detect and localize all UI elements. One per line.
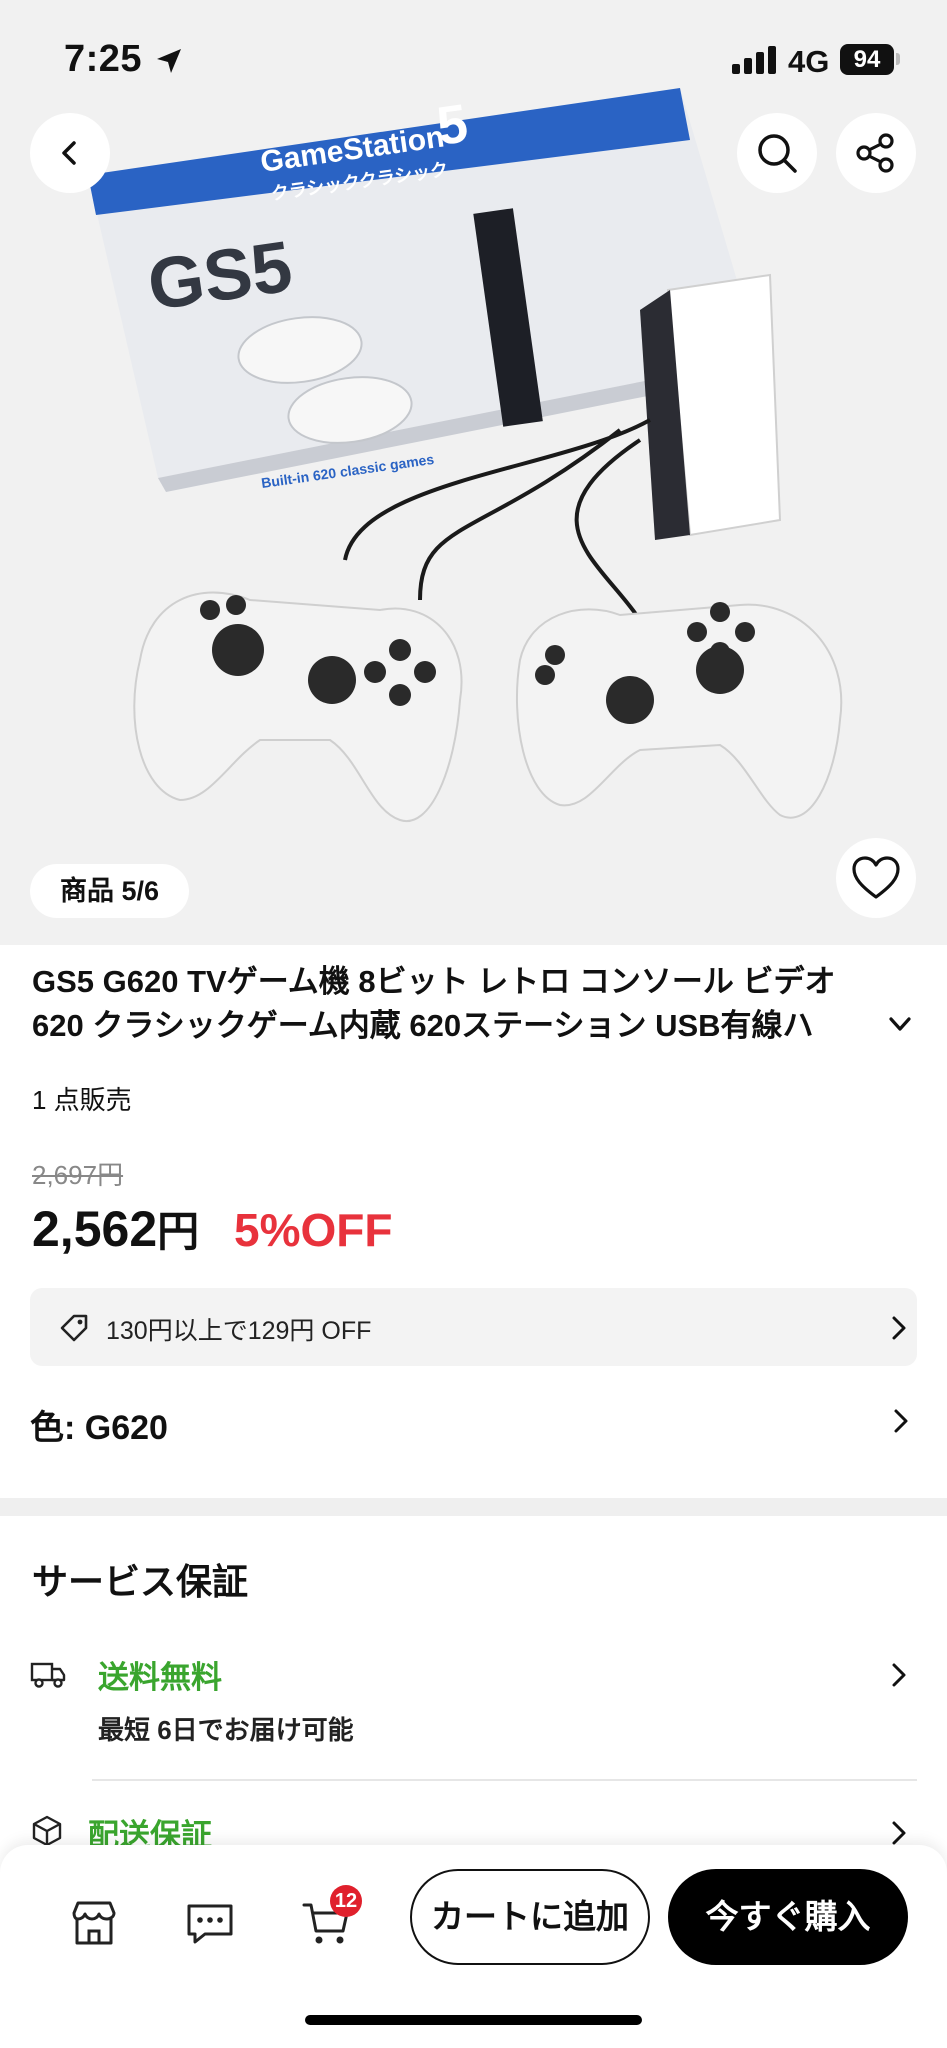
section-divider — [0, 1498, 947, 1516]
product-image-gallery[interactable]: GameStation 5 クラシッククラシック GS5 Built-in 62… — [0, 0, 947, 945]
battery-cap — [896, 53, 900, 65]
home-indicator — [305, 2015, 642, 2025]
bottom-action-bar: 12 カートに追加 今すぐ購入 — [0, 1845, 947, 2048]
buy-now-button[interactable]: 今すぐ購入 — [668, 1869, 908, 1965]
product-title-line1: GS5 G620 TVゲーム機 8ビット レトロ コンソール ビデオ — [32, 964, 836, 999]
chevron-right-icon — [892, 1663, 906, 1687]
share-icon — [856, 133, 894, 173]
product-title-line2: 620 クラシックゲーム内蔵 620ステーション USB有線ハ — [32, 1008, 814, 1043]
coupon-text: 130円以上で129円 OFF — [106, 1317, 372, 1345]
chevron-right-icon — [892, 1316, 906, 1340]
status-bar: 7:25 4G 94 — [0, 0, 947, 120]
discount-badge: 5%OFF — [234, 1204, 393, 1256]
search-button[interactable] — [737, 113, 817, 193]
battery-level: 94 — [840, 44, 894, 75]
search-icon — [758, 134, 797, 173]
original-price: 2,697円 — [32, 1160, 124, 1190]
chevron-right-icon — [892, 1821, 906, 1845]
location-arrow-icon — [157, 49, 181, 73]
free-shipping-label: 送料無料 — [98, 1660, 222, 1695]
current-price: 2,562円 — [32, 1198, 199, 1259]
truck-icon — [30, 1662, 66, 1688]
heart-icon — [852, 856, 900, 899]
row-divider — [92, 1779, 917, 1781]
share-button[interactable] — [836, 113, 916, 193]
back-button[interactable] — [30, 113, 110, 193]
chevron-right-icon — [894, 1409, 908, 1433]
variant-selector[interactable]: 色: G620 — [30, 1396, 917, 1447]
signal-icon — [732, 46, 776, 74]
store-button[interactable] — [64, 1893, 124, 1953]
price-currency: 円 — [157, 1208, 200, 1255]
status-time: 7:25 — [64, 38, 143, 80]
favorite-button[interactable] — [836, 838, 916, 918]
chat-button[interactable] — [180, 1893, 240, 1953]
package-icon — [32, 1815, 62, 1847]
network-type: 4G — [788, 44, 830, 79]
back-icon — [62, 141, 76, 165]
service-section-title: サービス保証 — [32, 1561, 249, 1602]
tag-icon — [60, 1314, 88, 1342]
delivery-estimate: 最短 6日でお届け可能 — [98, 1715, 354, 1745]
price-number: 2,562 — [32, 1201, 158, 1257]
store-icon — [72, 1901, 116, 1945]
chat-icon — [187, 1904, 233, 1944]
free-shipping-row[interactable]: 送料無料 最短 6日でお届け可能 — [30, 1652, 917, 1762]
product-title[interactable]: GS5 G620 TVゲーム機 8ビット レトロ コンソール ビデオ 620 ク… — [32, 960, 887, 1048]
chevron-down-icon[interactable] — [886, 1010, 914, 1038]
coupon-banner[interactable]: 130円以上で129円 OFF — [30, 1288, 917, 1366]
gallery-counter: 商品 5/6 — [30, 864, 190, 918]
add-to-cart-button[interactable]: カートに追加 — [410, 1869, 650, 1965]
variant-label: 色: G620 — [30, 1409, 168, 1447]
sold-count: 1 点販売 — [32, 1085, 132, 1115]
cart-count-badge: 12 — [330, 1885, 362, 1917]
